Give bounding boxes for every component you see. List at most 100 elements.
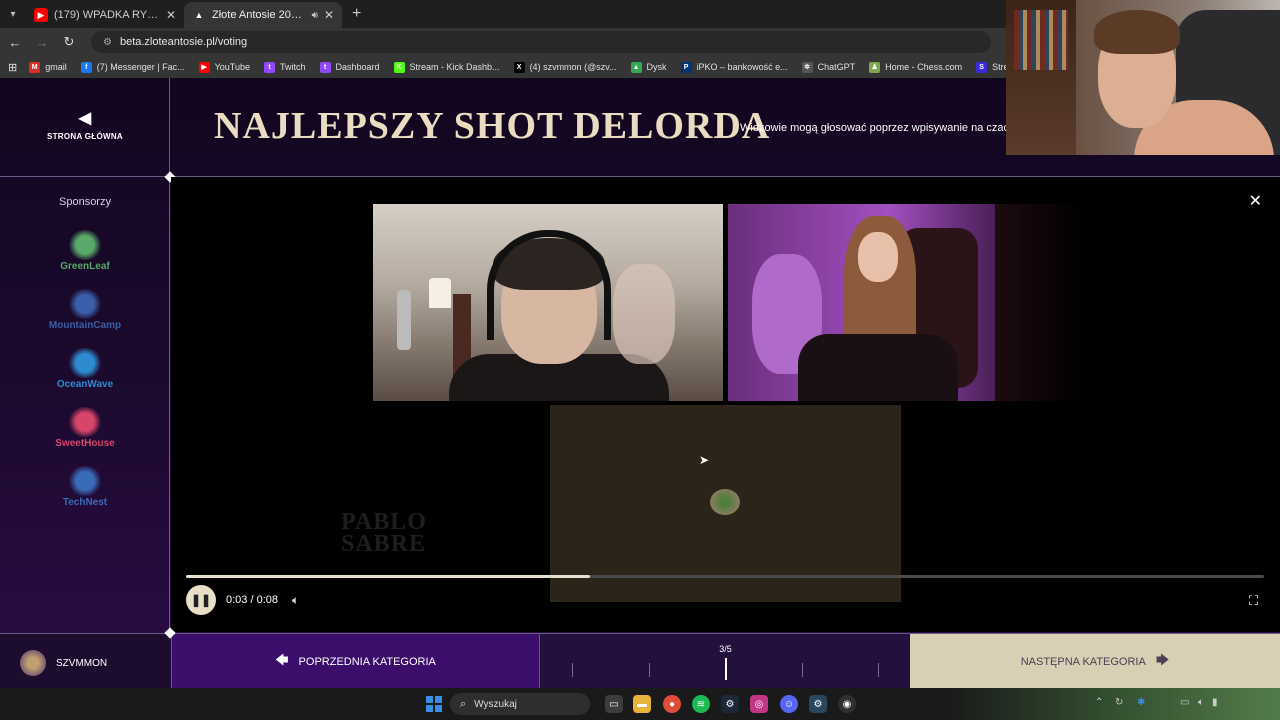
bookmark-item[interactable]: ▲ Dysk xyxy=(630,61,667,73)
bookmark-icon: K xyxy=(393,61,405,73)
video-progress-fill xyxy=(186,575,591,578)
home-label: STRONA GŁÓWNA xyxy=(46,132,124,141)
network-icon[interactable]: ▭ xyxy=(1180,697,1189,708)
bookmark-item[interactable]: t Dashboard xyxy=(319,61,380,73)
bookmark-label: (7) Messenger | Fac... xyxy=(96,62,185,72)
bookmark-item[interactable]: ▶ YouTube xyxy=(198,61,250,73)
video-time: 0:03 / 0:08 xyxy=(226,594,278,606)
category-step-tick xyxy=(648,663,650,677)
category-step-tick xyxy=(572,663,573,677)
video-progress-bar[interactable] xyxy=(186,575,1264,578)
chat-ticker: Widzowie mogą głosować poprzez wpisywani… xyxy=(740,122,1026,134)
bookmark-icon: X xyxy=(513,61,525,73)
video-game-frame: ➤ xyxy=(550,405,901,602)
sponsor-logo[interactable]: OceanWave xyxy=(40,348,130,390)
sponsor-logo-mark xyxy=(68,466,102,496)
bookmark-icon: t xyxy=(319,61,331,73)
bookmark-item[interactable]: K Stream - Kick Dashb... xyxy=(393,61,500,73)
category-nav: SZVMMON 🡄 POPRZEDNIA KATEGORIA 3/5 NASTĘ… xyxy=(0,633,1280,689)
video-player[interactable]: ✕ ➤ PABLO SABRE ❚❚ 0:03 / 0:08 🔈︎ ⛶ xyxy=(171,177,1280,632)
apps-icon[interactable]: ⊞ xyxy=(8,61,17,74)
instagram-icon[interactable]: ◎ xyxy=(750,695,768,713)
pause-button[interactable]: ❚❚ xyxy=(186,585,216,615)
file-explorer-icon[interactable]: ▬ xyxy=(633,695,651,713)
next-category-label: NASTĘPNA KATEGORIA xyxy=(1020,655,1146,668)
site-info-icon[interactable]: ⚙ xyxy=(103,37,112,48)
category-step-tick xyxy=(878,663,879,677)
close-tab-icon[interactable]: ✕ xyxy=(324,8,334,22)
search-icon: ⌕ xyxy=(460,697,467,710)
bookmark-item[interactable]: f (7) Messenger | Fac... xyxy=(80,61,185,73)
taskbar-search[interactable]: ⌕ Wyszukaj xyxy=(450,693,590,715)
bookmark-item[interactable]: PiPKO – bankowość e... xyxy=(680,61,788,73)
arrow-right-icon: 🡆 xyxy=(1155,651,1170,667)
bookmark-icon: ▶ xyxy=(198,61,210,73)
category-step-label: 3/5 xyxy=(719,644,732,654)
next-category-button[interactable]: NASTĘPNA KATEGORIA 🡆 xyxy=(910,634,1280,689)
bookmark-icon: P xyxy=(680,61,692,73)
category-stepper: 3/5 xyxy=(541,634,910,689)
previous-category-button[interactable]: 🡄 POPRZEDNIA KATEGORIA xyxy=(171,634,540,689)
sponsor-logo[interactable]: MountainCamp xyxy=(40,289,130,331)
sponsor-logo-mark xyxy=(68,289,102,319)
close-icon[interactable]: ✕ xyxy=(1249,191,1262,211)
fullscreen-icon[interactable]: ⛶ xyxy=(1249,593,1258,609)
obs-icon[interactable]: ◉ xyxy=(838,695,856,713)
video-webcam-right xyxy=(728,204,995,401)
bookmark-item[interactable]: ♟ Home - Chess.com xyxy=(869,61,962,73)
spotify-icon[interactable]: ≋ xyxy=(692,695,710,713)
taskbar-search-placeholder: Wyszukaj xyxy=(474,698,517,710)
discord-icon[interactable]: ☺ xyxy=(780,695,798,713)
tray-chevron-icon[interactable]: ⌃ xyxy=(1095,697,1103,708)
sponsor-name: TechNest xyxy=(62,497,108,508)
bookmark-icon: f xyxy=(80,61,92,73)
sponsor-name: OceanWave xyxy=(56,379,114,390)
chrome-icon[interactable]: ● xyxy=(663,695,681,713)
bookmark-item[interactable]: X (4) szvmmon (@szv... xyxy=(513,61,617,73)
site-icon: ▲ xyxy=(194,10,204,20)
sync-icon[interactable]: ↻ xyxy=(1115,697,1123,708)
bookmark-label: Stream - Kick Dashb... xyxy=(409,62,500,72)
tab-search-dropdown-icon[interactable]: ▾ xyxy=(0,0,26,28)
bookmark-label: Dashboard xyxy=(335,62,380,72)
sponsor-logo-mark xyxy=(68,348,102,378)
bookmark-label: YouTube xyxy=(214,62,250,72)
bluetooth-icon[interactable]: ✱ xyxy=(1137,697,1145,708)
watermark-logo: PABLO SABRE xyxy=(341,509,427,557)
tab-youtube[interactable]: ▶ (179) WPADKA RYBSONA I LEO ✕ xyxy=(26,2,184,28)
speaker-icon[interactable]: 🔊︎ xyxy=(312,10,318,21)
sponsor-name: MountainCamp xyxy=(48,320,122,331)
left-sidebar: ◀ STRONA GŁÓWNA Sponsorzy GreenLeaf Mount… xyxy=(0,78,170,688)
home-button[interactable]: ◀ STRONA GŁÓWNA xyxy=(0,108,170,141)
bookmark-item[interactable]: t Twitch xyxy=(263,61,306,73)
url-field[interactable]: ⚙ beta.zloteantosie.pl/voting xyxy=(91,31,991,53)
volume-icon[interactable]: 🔈︎ xyxy=(292,593,299,608)
bookmark-label: gmail xyxy=(45,62,67,72)
bookmark-icon: t xyxy=(263,61,275,73)
reload-icon[interactable]: ↻ xyxy=(57,30,81,54)
user-profile[interactable]: SZVMMON xyxy=(20,650,107,676)
arrow-left-icon: 🡄 xyxy=(275,651,289,667)
close-tab-icon[interactable]: ✕ xyxy=(166,8,176,22)
battery-icon[interactable]: ▮ xyxy=(1212,697,1218,708)
sponsor-logo-mark xyxy=(68,230,102,260)
bookmark-label: Twitch xyxy=(279,62,306,72)
windows-start-icon[interactable] xyxy=(426,696,442,712)
bookmark-label: ChatGPT xyxy=(817,62,856,72)
new-tab-icon[interactable]: + xyxy=(352,5,361,23)
tab-zloteantosie[interactable]: ▲ Złote Antosie 2025 - Najwi 🔊︎ ✕ xyxy=(184,2,342,28)
sponsor-logo[interactable]: GreenLeaf xyxy=(40,230,130,272)
task-view-icon[interactable]: ▭ xyxy=(605,695,623,713)
sponsor-logo[interactable]: TechNest xyxy=(40,466,130,508)
bookmark-item[interactable]: Mgmail xyxy=(29,61,67,73)
back-icon[interactable]: ← xyxy=(3,30,27,54)
bookmark-item[interactable]: ✲ ChatGPT xyxy=(801,61,856,73)
forward-icon[interactable]: → xyxy=(30,30,54,54)
game-object xyxy=(710,489,740,515)
sponsor-logo[interactable]: SweetHouse xyxy=(40,407,130,449)
steam-icon[interactable]: ⚙ xyxy=(721,695,739,713)
bookmark-item[interactable]: SStreamElements - S... xyxy=(976,61,1010,73)
speaker-tray-icon[interactable]: 🔈︎ xyxy=(1198,697,1204,708)
steam-app-icon[interactable]: ⚙ xyxy=(809,695,827,713)
voting-page: ◀ STRONA GŁÓWNA Sponsorzy GreenLeaf Mount… xyxy=(0,78,1280,689)
